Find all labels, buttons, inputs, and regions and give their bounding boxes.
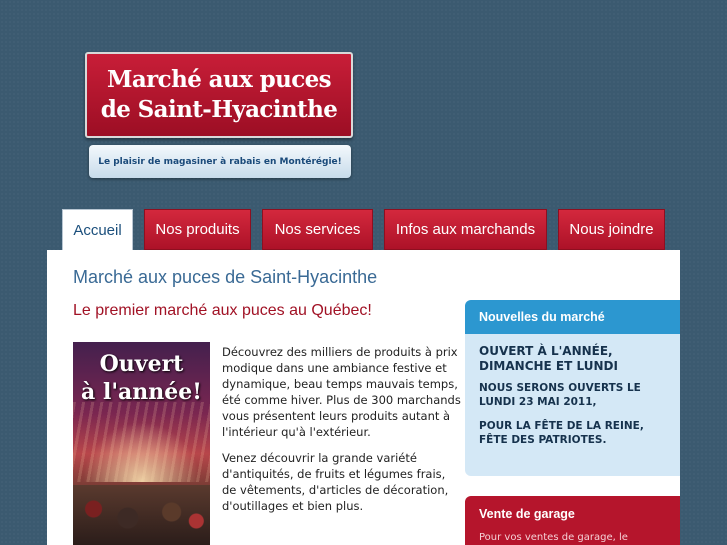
news-title: OUVERT À L'ANNÉE, DIMANCHE ET LUNDI (479, 344, 618, 373)
poster-line-2: à l'année! (81, 379, 202, 405)
page-subtitle: Le premier marché aux puces au Québec! (73, 302, 372, 319)
garage-sale-header[interactable]: Vente de garage (465, 496, 680, 532)
news-paragraph-1: NOUS SERONS OUVERTS LE LUNDI 23 MAI 2011… (479, 382, 641, 408)
site-logo[interactable]: Marché aux puces de Saint-Hyacinthe (85, 52, 353, 138)
poster-line-1: Ouvert (99, 351, 184, 377)
tab-accueil[interactable]: Accueil (62, 209, 133, 251)
garage-sale-box: Vente de garage Pour vos ventes de garag… (465, 496, 680, 545)
tab-infos-aux-marchands[interactable]: Infos aux marchands (384, 209, 547, 250)
news-paragraph-2: POUR LA FÊTE DE LA REINE, FÊTE DES PATRI… (479, 420, 644, 446)
market-description: Découvrez des milliers de produits à pri… (222, 344, 462, 524)
site-tagline: Le plaisir de magasiner à rabais en Mont… (89, 145, 351, 178)
poster-crowd (73, 485, 210, 545)
tab-nos-services[interactable]: Nos services (262, 209, 373, 250)
news-box: Nouvelles du marché OUVERT À L'ANNÉE, DI… (465, 300, 680, 476)
page-title: Marché aux puces de Saint-Hyacinthe (73, 267, 378, 287)
description-paragraph-2: Venez découvrir la grande variété d'anti… (222, 451, 449, 513)
logo-line-2: de Saint-Hyacinthe (100, 96, 338, 123)
description-paragraph-1: Découvrez des milliers de produits à pri… (222, 345, 461, 439)
main-navigation: Accueil Nos produits Nos services Infos … (0, 209, 727, 251)
poster-lights (73, 412, 210, 482)
tab-nous-joindre[interactable]: Nous joindre (558, 209, 665, 250)
logo-line-1: Marché aux puces (107, 66, 332, 93)
tab-nos-produits[interactable]: Nos produits (144, 209, 251, 250)
news-header: Nouvelles du marché (465, 300, 680, 334)
open-all-year-poster: Ouvert à l'année! (73, 342, 210, 545)
news-body: OUVERT À L'ANNÉE, DIMANCHE ET LUNDI NOUS… (465, 334, 680, 467)
content-panel: Marché aux puces de Saint-Hyacinthe Le p… (47, 250, 680, 545)
poster-caption: Ouvert à l'année! (73, 350, 210, 406)
garage-sale-text: Pour vos ventes de garage, le (479, 532, 628, 543)
